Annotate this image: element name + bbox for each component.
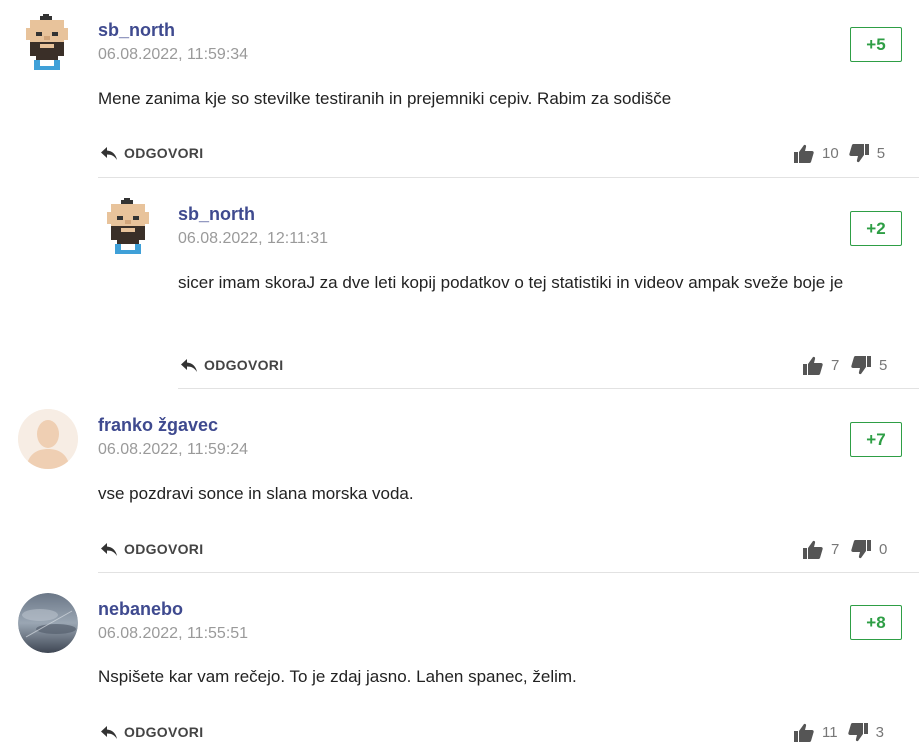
reply-label: ODGOVORI <box>124 724 204 740</box>
dislike-count: 3 <box>875 724 884 741</box>
comment-date: 06.08.2022, 11:55:51 <box>98 625 249 642</box>
like-count: 7 <box>831 357 840 374</box>
pixel-avatar-icon <box>26 14 68 70</box>
comment-text: sicer imam skoraJ za dve leti kopij poda… <box>178 273 844 292</box>
reply-label: ODGOVORI <box>124 541 204 557</box>
comment-date: 06.08.2022, 11:59:34 <box>98 46 249 63</box>
comment-date: 06.08.2022, 11:59:24 <box>98 441 249 458</box>
like-button[interactable]: 10 <box>794 144 839 163</box>
default-user-icon <box>18 409 78 469</box>
thumbs-up-icon <box>803 356 823 375</box>
reply-arrow-icon <box>181 359 197 372</box>
comment-text: vse pozdravi sonce in slana morska voda. <box>98 484 414 503</box>
comment-author[interactable]: sb_north <box>178 204 255 225</box>
reply-arrow-icon <box>101 147 117 160</box>
reply-arrow-icon <box>101 726 117 739</box>
comment-score-badge: +2 <box>850 211 902 246</box>
like-count: 11 <box>822 724 838 741</box>
divider <box>98 572 919 573</box>
dislike-button[interactable]: 5 <box>851 356 889 375</box>
comment-date: 06.08.2022, 12:11:31 <box>178 230 329 247</box>
avatar[interactable] <box>103 198 153 254</box>
comment-score-badge: +8 <box>850 605 902 640</box>
thumbs-down-icon <box>847 723 868 742</box>
pixel-avatar-icon <box>107 198 149 254</box>
thumbs-down-icon <box>851 540 871 559</box>
reply-button[interactable]: ODGOVORI <box>100 541 203 557</box>
thumbs-down-icon <box>849 144 869 163</box>
avatar[interactable] <box>22 14 72 70</box>
like-button[interactable]: 7 <box>803 540 841 559</box>
like-count: 10 <box>822 145 839 162</box>
dislike-button[interactable]: 0 <box>851 540 889 559</box>
comment-score-badge: +5 <box>850 27 902 62</box>
thumbs-up-icon <box>794 144 814 163</box>
like-button[interactable]: 11 <box>794 723 838 742</box>
divider <box>98 177 919 178</box>
dislike-button[interactable]: 5 <box>849 144 887 163</box>
dislike-count: 0 <box>879 541 888 558</box>
thumbs-up-icon <box>794 723 814 742</box>
comment-text: Nspišete kar vam rečejo. To je zdaj jasn… <box>98 667 577 686</box>
like-count: 7 <box>831 541 840 558</box>
reply-arrow-icon <box>101 543 117 556</box>
comment-author[interactable]: sb_north <box>98 20 175 41</box>
reply-label: ODGOVORI <box>204 357 284 373</box>
reply-button[interactable]: ODGOVORI <box>100 145 203 161</box>
sky-photo-avatar-icon <box>18 593 78 653</box>
vote-controls: 7 5 <box>803 356 889 375</box>
reply-label: ODGOVORI <box>124 145 204 161</box>
like-button[interactable]: 7 <box>803 356 841 375</box>
comment-score-badge: +7 <box>850 422 902 457</box>
avatar[interactable] <box>18 409 78 469</box>
comment-author[interactable]: franko žgavec <box>98 415 218 436</box>
thumbs-up-icon <box>803 540 823 559</box>
comment-text: Mene zanima kje so stevilke testiranih i… <box>98 89 672 108</box>
comment: sb_north 06.08.2022, 11:59:34 +5 Mene za… <box>0 0 919 178</box>
reply-button[interactable]: ODGOVORI <box>100 724 203 740</box>
dislike-count: 5 <box>876 145 886 162</box>
avatar[interactable] <box>18 593 78 653</box>
vote-controls: 7 0 <box>803 540 889 559</box>
vote-controls: 11 3 <box>794 723 886 742</box>
reply-button[interactable]: ODGOVORI <box>180 357 283 373</box>
vote-controls: 10 5 <box>794 144 887 163</box>
dislike-count: 5 <box>879 357 888 374</box>
comment-author[interactable]: nebanebo <box>98 599 183 620</box>
dislike-button[interactable]: 3 <box>847 723 886 742</box>
thumbs-down-icon <box>851 356 871 375</box>
divider <box>178 388 919 389</box>
